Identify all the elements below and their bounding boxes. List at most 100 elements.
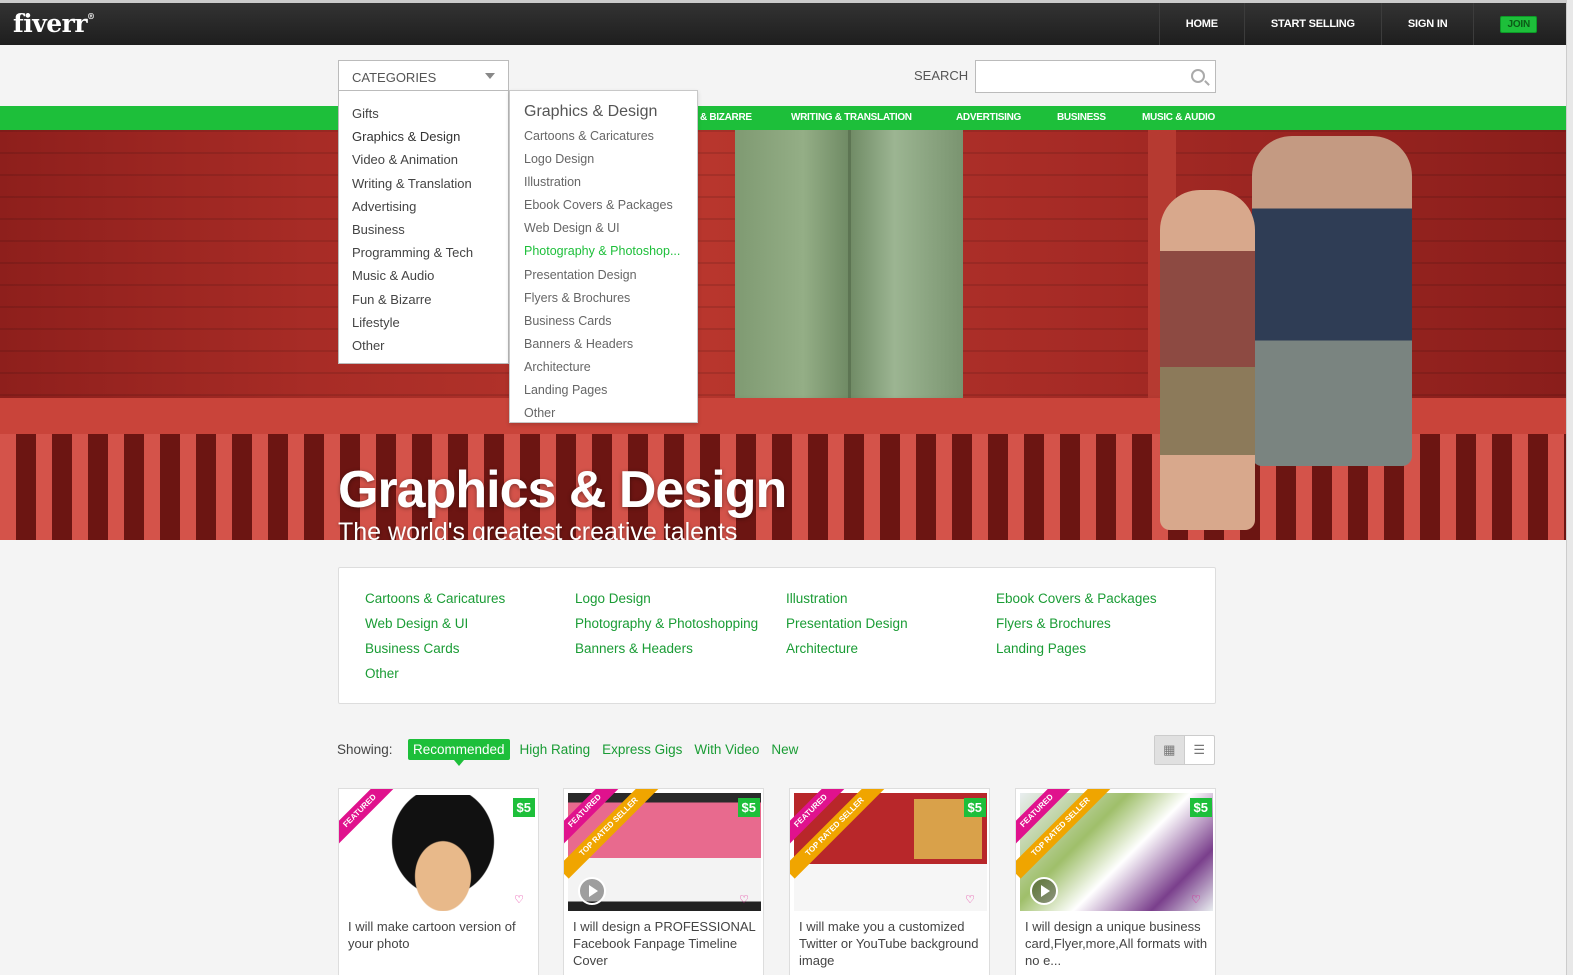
gig-card[interactable]: FEATURED $5 ♡ I will make cartoon versio… [338,788,539,975]
categories-menu-item[interactable]: Graphics & Design [339,125,508,148]
category-bar-item-business[interactable]: BUSINESS [1057,112,1106,123]
subcategory-menu-item[interactable]: Business Cards [510,310,697,333]
hero-title: Graphics & Design [338,461,787,519]
category-bar-item-advertising[interactable]: ADVERTISING [956,112,1021,123]
gig-title[interactable]: I will design a PROFESSIONAL Facebook Fa… [573,918,758,969]
subcategory-links-panel: Cartoons & Caricatures Web Design & UI B… [338,567,1216,704]
subcategory-menu-item[interactable]: Other [510,402,697,425]
categories-menu-item[interactable]: Programming & Tech [339,241,508,264]
subcategory-menu-item[interactable]: Web Design & UI [510,217,697,240]
categories-menu-item[interactable]: Advertising [339,195,508,218]
subcategory-menu-item[interactable]: Architecture [510,356,697,379]
gig-card[interactable]: FEATURED TOP RATED SELLER $5 ♡ I will de… [1015,788,1216,975]
gig-cartoon-image [378,795,508,911]
subcategory-link[interactable]: Cartoons & Caricatures [365,591,505,606]
subcategory-link[interactable]: Architecture [786,641,858,656]
subcategory-menu-item[interactable]: Landing Pages [510,379,697,402]
gig-card[interactable]: FEATURED TOP RATED SELLER $5 ♡ I will de… [563,788,764,975]
view-toggle: ▦ ☰ [1154,735,1215,765]
grid-view-icon[interactable]: ▦ [1155,736,1185,764]
categories-menu-item[interactable]: Other [339,334,508,357]
categories-menu-item[interactable]: Fun & Bizarre [339,288,508,311]
subcategory-menu-item[interactable]: Illustration [510,171,697,194]
play-icon[interactable] [578,877,606,905]
page-scrollbar[interactable] [1566,0,1573,975]
top-nav: HOME START SELLING SIGN IN JOIN [1158,3,1563,45]
filter-with-video[interactable]: With Video [694,742,759,757]
filter-tabs: Recommended High Rating Express Gigs Wit… [408,739,810,766]
gig-price: $5 [512,798,535,817]
categories-menu-item[interactable]: Video & Animation [339,148,508,171]
categories-label: CATEGORIES [352,70,437,85]
filter-recommended[interactable]: Recommended [408,739,510,766]
subcategory-menu-item[interactable]: Ebook Covers & Packages [510,194,697,217]
gig-price: $5 [1189,798,1212,817]
subcategory-menu-item[interactable]: Cartoons & Caricatures [510,125,697,148]
subcategory-menu-item[interactable]: Logo Design [510,148,697,171]
subcategory-menu-item[interactable]: Banners & Headers [510,333,697,356]
subcategory-link[interactable]: Business Cards [365,641,460,656]
categories-menu-item[interactable]: Writing & Translation [339,172,508,195]
subcategory-link[interactable]: Ebook Covers & Packages [996,591,1157,606]
top-nav-bar: fiverr® HOME START SELLING SIGN IN JOIN [0,0,1568,45]
heart-icon[interactable]: ♡ [965,893,975,906]
subcategory-link[interactable]: Banners & Headers [575,641,693,656]
category-bar-item-writing[interactable]: WRITING & TRANSLATION [791,112,912,123]
nav-start-selling[interactable]: START SELLING [1243,3,1381,45]
list-view-icon[interactable]: ☰ [1185,736,1214,764]
gig-card[interactable]: FEATURED TOP RATED SELLER $5 ♡ I will ma… [789,788,990,975]
subcategory-link[interactable]: Illustration [786,591,848,606]
gig-thumbnail[interactable] [794,793,987,911]
play-icon[interactable] [1030,877,1058,905]
categories-menu-item[interactable]: Music & Audio [339,264,508,287]
subcategory-menu-item-highlighted[interactable]: Photography & Photoshop... [510,240,697,263]
gig-title[interactable]: I will make you a customized Twitter or … [799,918,984,969]
categories-dropdown[interactable]: CATEGORIES [338,60,509,91]
page: fiverr® HOME START SELLING SIGN IN JOIN … [0,0,1573,975]
subcategory-menu-item[interactable]: Presentation Design [510,264,697,287]
nav-home[interactable]: HOME [1158,3,1244,45]
category-bar-item-fun-bizarre[interactable]: & BIZARRE [700,112,752,123]
categories-menu-item[interactable]: Lifestyle [339,311,508,334]
categories-menu-item[interactable]: Gifts [339,102,508,125]
nav-sign-in[interactable]: SIGN IN [1380,3,1474,45]
subcategory-link[interactable]: Other [365,666,399,681]
subcategory-menu: Graphics & Design Cartoons & Caricatures… [509,90,698,423]
subcategory-link[interactable]: Presentation Design [786,616,908,631]
heart-icon[interactable]: ♡ [739,893,749,906]
subcategory-link[interactable]: Flyers & Brochures [996,616,1111,631]
gig-thumbnail[interactable] [1020,793,1213,911]
logo-mark: ® [87,11,95,21]
search-icon[interactable] [1191,69,1205,83]
subcategory-menu-item[interactable]: Flyers & Brochures [510,287,697,310]
search-input[interactable] [975,60,1216,93]
nav-join-wrap: JOIN [1473,3,1563,45]
heart-icon[interactable]: ♡ [514,893,524,906]
logo-text: fiverr [13,9,88,38]
join-button[interactable]: JOIN [1500,15,1537,33]
filter-high-rating[interactable]: High Rating [520,742,591,757]
subcategory-link[interactable]: Web Design & UI [365,616,468,631]
subcategory-link[interactable]: Photography & Photoshopping [575,616,758,631]
gig-price: $5 [963,798,986,817]
gig-title[interactable]: I will design a unique business card,Fly… [1025,918,1210,969]
gig-price: $5 [737,798,760,817]
gig-thumbnail[interactable] [343,793,536,911]
categories-menu: Gifts Graphics & Design Video & Animatio… [338,91,509,364]
fiverr-logo[interactable]: fiverr® [13,9,95,38]
subcategory-link[interactable]: Landing Pages [996,641,1086,656]
hero-man-figure [1252,136,1412,466]
filter-new[interactable]: New [771,742,798,757]
showing-label: Showing: [337,742,393,757]
subcategory-menu-heading[interactable]: Graphics & Design [510,100,697,125]
category-bar: & BIZARRE WRITING & TRANSLATION ADVERTIS… [0,106,1566,130]
hero-banner: Graphics & Design The world's greatest c… [0,130,1566,540]
category-bar-item-music[interactable]: MUSIC & AUDIO [1142,112,1215,123]
categories-menu-item[interactable]: Business [339,218,508,241]
heart-icon[interactable]: ♡ [1191,893,1201,906]
subcategory-link[interactable]: Logo Design [575,591,651,606]
gig-thumbnail[interactable] [568,793,761,911]
filter-express-gigs[interactable]: Express Gigs [602,742,682,757]
gig-title[interactable]: I will make cartoon version of your phot… [348,918,533,952]
chevron-down-icon [485,73,495,79]
